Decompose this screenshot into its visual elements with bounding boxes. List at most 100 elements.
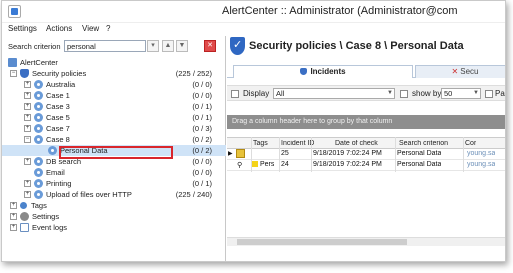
tree-case[interactable]: + Case 7 (0 / 3) xyxy=(24,123,226,134)
tree-case[interactable]: + Case 5 (0 / 1) xyxy=(24,112,226,123)
tools-icon: ✕ xyxy=(451,67,459,76)
tab-security[interactable]: ✕ Secu xyxy=(415,65,505,78)
column-date-of-check[interactable]: Date of check xyxy=(335,140,378,147)
column-divider xyxy=(311,137,312,172)
menu-view[interactable]: View xyxy=(82,24,99,33)
column-divider xyxy=(251,137,252,172)
column-divider xyxy=(279,137,280,172)
policy-icon xyxy=(34,168,43,177)
page-checkbox[interactable] xyxy=(485,90,493,98)
tag-flag-icon xyxy=(251,161,259,168)
grid-header: Tags Incident ID Date of check Search cr… xyxy=(227,137,505,149)
navigation-panel: Search criterion ▾ ▲ ▼ ✕ AlertCenter − S… xyxy=(2,36,226,261)
show-by-checkbox[interactable] xyxy=(400,90,408,98)
column-extra[interactable]: Cor xyxy=(465,140,476,147)
tree-root[interactable]: AlertCenter xyxy=(8,57,58,68)
tree-policy[interactable]: Email (0 / 0) xyxy=(34,167,226,178)
expand-icon[interactable]: + xyxy=(24,158,31,165)
chevron-down-icon: ▼ xyxy=(387,90,393,96)
policy-icon xyxy=(34,113,43,122)
dropdown-arrow-icon[interactable]: ▾ xyxy=(147,40,159,52)
title-bar: AlertCenter :: Administrator (Administra… xyxy=(2,1,505,23)
horizontal-scrollbar[interactable] xyxy=(227,237,505,246)
show-by-select[interactable]: 50 ▼ xyxy=(441,88,481,99)
expand-icon[interactable]: + xyxy=(24,125,31,132)
page-label: Page xyxy=(495,89,505,98)
tree-policy[interactable]: + Printing (0 / 1) xyxy=(24,178,226,189)
tab-incidents[interactable]: Incidents xyxy=(233,65,413,78)
gear-icon xyxy=(20,212,29,221)
search-prev-icon[interactable]: ▲ xyxy=(162,40,174,52)
cell-incident-id: 24 xyxy=(281,161,289,168)
expand-icon[interactable]: + xyxy=(24,114,31,121)
tree-case[interactable]: + Australia (0 / 0) xyxy=(24,79,226,90)
expand-icon[interactable]: + xyxy=(24,180,31,187)
tree-case[interactable]: − Case 8 (0 / 2) xyxy=(24,134,226,145)
column-incident-id[interactable]: Incident ID xyxy=(281,140,314,147)
row-indicator-icon: ▶ xyxy=(228,151,233,157)
search-bar: Search criterion ▾ ▲ ▼ ✕ xyxy=(6,40,222,52)
expand-icon[interactable]: + xyxy=(24,81,31,88)
expand-icon[interactable]: + xyxy=(24,92,31,99)
incident-icon xyxy=(236,149,245,160)
collapse-icon[interactable]: − xyxy=(24,136,31,143)
policy-icon xyxy=(34,102,43,111)
policy-icon xyxy=(34,179,43,188)
column-divider xyxy=(463,137,464,172)
group-by-area[interactable]: Drag a column header here to group by th… xyxy=(227,115,505,129)
window-title: AlertCenter :: Administrator (Administra… xyxy=(222,5,458,17)
tab-bar: Incidents ✕ Secu xyxy=(227,65,505,78)
table-row[interactable]: ▶ 25 9/18/2019 7:02:24 PM Personal Data … xyxy=(227,149,505,160)
chevron-down-icon: ▼ xyxy=(473,90,479,96)
search-input[interactable] xyxy=(64,40,146,52)
grid-toolbar: Display All▼ show by 50▼ Page xyxy=(227,85,505,101)
shield-icon xyxy=(20,69,29,78)
main-panel: Security policies \ Case 8 \ Personal Da… xyxy=(227,23,505,261)
scrollbar-thumb[interactable] xyxy=(237,239,407,245)
cell-date: 9/18/2019 7:02:24 PM xyxy=(313,161,382,168)
display-select[interactable]: All ▼ xyxy=(273,88,395,99)
tree-settings[interactable]: + Settings xyxy=(10,211,59,222)
cell-extra: young.sa xyxy=(467,150,496,157)
display-label: Display xyxy=(243,89,270,98)
expand-icon[interactable]: + xyxy=(24,191,31,198)
menu-help[interactable]: ? xyxy=(106,24,110,33)
column-search-criterion[interactable]: Search criterion xyxy=(399,140,448,147)
page-title: Security policies \ Case 8 \ Personal Da… xyxy=(249,40,464,52)
cell-date: 9/18/2019 7:02:24 PM xyxy=(313,150,382,157)
policy-icon xyxy=(34,91,43,100)
cell-criterion: Personal Data xyxy=(397,150,442,157)
highlight-frame xyxy=(59,146,173,159)
tree-event-logs[interactable]: + Event logs xyxy=(10,222,67,233)
tree-security-policies[interactable]: − Security policies (225 / 252) xyxy=(10,68,226,79)
cell-extra: young.sa xyxy=(467,161,496,168)
expand-icon[interactable]: + xyxy=(10,224,17,231)
log-icon xyxy=(20,223,29,232)
clear-search-icon[interactable]: ✕ xyxy=(204,40,216,52)
alertcenter-icon xyxy=(8,58,17,67)
policy-icon xyxy=(34,80,43,89)
search-next-icon[interactable]: ▼ xyxy=(176,40,188,52)
tree-icon: ⚲ xyxy=(237,162,243,169)
tree-case[interactable]: + Case 1 (0 / 0) xyxy=(24,90,226,101)
shield-check-icon xyxy=(230,37,245,55)
menu-actions[interactable]: Actions xyxy=(46,24,72,33)
expand-icon[interactable]: + xyxy=(24,103,31,110)
display-checkbox[interactable] xyxy=(231,90,239,98)
policy-icon xyxy=(34,157,43,166)
table-row[interactable]: ⚲ Pers 24 9/18/2019 7:02:24 PM Personal … xyxy=(227,160,505,171)
expand-icon[interactable]: + xyxy=(10,213,17,220)
tags-icon xyxy=(18,200,29,211)
column-tags[interactable]: Tags xyxy=(253,140,268,147)
menu-settings[interactable]: Settings xyxy=(8,24,37,33)
menu-bar: Settings Actions View ? xyxy=(2,23,226,36)
collapse-icon[interactable]: − xyxy=(10,70,17,77)
cell-incident-id: 25 xyxy=(281,150,289,157)
incidents-icon xyxy=(300,68,308,75)
incidents-grid: Drag a column header here to group by th… xyxy=(227,115,505,261)
expand-icon[interactable]: + xyxy=(10,202,17,209)
tree-case[interactable]: + Case 3 (0 / 1) xyxy=(24,101,226,112)
tree-tags[interactable]: + Tags xyxy=(10,200,47,211)
cell-tags: Pers xyxy=(260,161,275,168)
tree-policy[interactable]: + Upload of files over HTTP (225 / 240) xyxy=(24,189,226,200)
